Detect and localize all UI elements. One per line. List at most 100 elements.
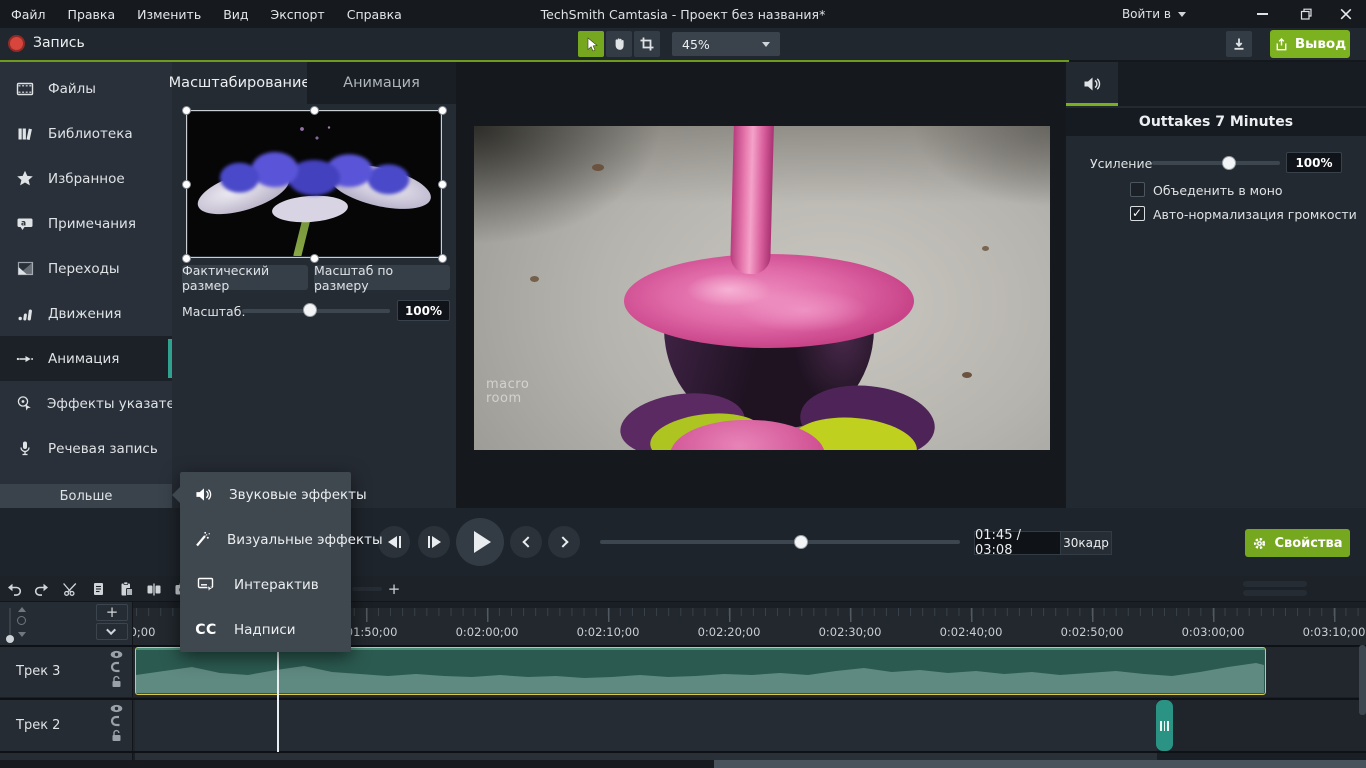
- more-button[interactable]: Больше: [0, 484, 172, 508]
- resize-handle[interactable]: [182, 254, 191, 263]
- magnet-icon[interactable]: [110, 661, 122, 673]
- magnet-icon[interactable]: [110, 715, 122, 727]
- canvas-zoom-dropdown[interactable]: 45%: [672, 32, 780, 56]
- undo-button[interactable]: [2, 577, 26, 601]
- menu-item-interactivity[interactable]: Интерактив: [180, 562, 351, 607]
- restore-button[interactable]: [1286, 0, 1326, 28]
- resize-handle[interactable]: [438, 106, 447, 115]
- resize-handle[interactable]: [182, 106, 191, 115]
- sidebar-item-favorites[interactable]: Избранное: [0, 156, 172, 201]
- track-options-button[interactable]: [96, 623, 128, 640]
- timeline-zoom-track[interactable]: [1243, 590, 1307, 596]
- crop-tool-button[interactable]: [634, 31, 660, 57]
- vertical-scrollbar-thumb[interactable]: [1359, 645, 1366, 715]
- timeline-zoom-in-button[interactable]: [382, 577, 406, 601]
- preview-canvas[interactable]: macro room: [456, 62, 1066, 508]
- download-icon: [1231, 36, 1247, 52]
- horizontal-scrollbar[interactable]: [0, 760, 1366, 768]
- menu-export[interactable]: Экспорт: [260, 7, 336, 22]
- time-display-group: 01:45 / 03:08 30кадр: [974, 531, 1112, 555]
- sidebar-item-media[interactable]: Файлы: [0, 66, 172, 111]
- clip-track1-partial[interactable]: [135, 753, 1157, 760]
- sidebar-item-transitions[interactable]: Переходы: [0, 246, 172, 291]
- properties-button[interactable]: Свойства: [1245, 529, 1350, 557]
- sidebar-item-cursor-effects[interactable]: Эффекты указателя: [0, 381, 172, 426]
- next-frame-button[interactable]: [418, 526, 450, 558]
- play-button[interactable]: [456, 518, 504, 566]
- menu-help[interactable]: Справка: [336, 7, 413, 22]
- menu-modify[interactable]: Изменить: [126, 7, 212, 22]
- resize-handle[interactable]: [310, 254, 319, 263]
- normalize-checkbox[interactable]: [1130, 206, 1145, 221]
- add-track-button[interactable]: [96, 604, 128, 621]
- previous-frame-button[interactable]: [378, 526, 410, 558]
- audio-clip-track3[interactable]: [135, 647, 1266, 695]
- pan-tool-button[interactable]: [606, 31, 632, 57]
- tab-audio[interactable]: [1066, 62, 1118, 106]
- scale-to-fit-button[interactable]: Масштаб по размеру: [314, 265, 450, 290]
- resize-handle[interactable]: [438, 180, 447, 189]
- copy-icon: [91, 581, 106, 597]
- jump-back-button[interactable]: [510, 526, 542, 558]
- cut-button[interactable]: [58, 577, 82, 601]
- sidebar-item-annotations[interactable]: a Примечания: [0, 201, 172, 246]
- lock-icon[interactable]: [111, 729, 122, 742]
- video-frame[interactable]: macro room: [474, 126, 1050, 450]
- tab-zoom[interactable]: Масштабирование: [172, 62, 307, 104]
- resize-handle[interactable]: [438, 254, 447, 263]
- tab-animation[interactable]: Анимация: [307, 62, 456, 104]
- clip-track2[interactable]: [135, 700, 1157, 751]
- sidebar-item-behaviors[interactable]: Движения: [0, 291, 172, 336]
- minimize-button[interactable]: [1242, 0, 1282, 28]
- ruler-label: 0:03:10;00: [1303, 625, 1366, 639]
- jump-forward-button[interactable]: [548, 526, 580, 558]
- timeline-zoom-track[interactable]: [1243, 581, 1307, 587]
- track-height-slider-thumb[interactable]: [6, 635, 14, 643]
- actual-size-button[interactable]: Фактический размер: [182, 265, 308, 290]
- scale-slider-thumb[interactable]: [303, 303, 317, 317]
- close-button[interactable]: [1326, 0, 1366, 28]
- redo-button[interactable]: [30, 577, 54, 601]
- resize-handle[interactable]: [310, 106, 319, 115]
- more-popup-menu: Звуковые эффекты Визуальные эффекты Инте…: [180, 472, 351, 652]
- lock-icon[interactable]: [111, 675, 122, 688]
- select-tool-button[interactable]: [578, 31, 604, 57]
- gain-value[interactable]: 100%: [1286, 152, 1342, 173]
- resize-handle[interactable]: [182, 180, 191, 189]
- horizontal-scrollbar-thumb[interactable]: [714, 760, 1366, 768]
- mono-checkbox[interactable]: [1130, 182, 1145, 197]
- record-button[interactable]: [8, 35, 25, 52]
- sign-in-menu[interactable]: Войти в: [1122, 0, 1186, 28]
- ruler-label: 0:02:30;00: [819, 625, 882, 639]
- paste-button[interactable]: [114, 577, 138, 601]
- export-button[interactable]: Вывод: [1270, 30, 1350, 58]
- zoom-in-arrow-icon[interactable]: [18, 607, 26, 612]
- split-button[interactable]: [142, 577, 166, 601]
- menu-view[interactable]: Вид: [212, 7, 259, 22]
- download-button[interactable]: [1226, 31, 1252, 57]
- timeline-zoom-slider[interactable]: [352, 587, 382, 591]
- eye-icon[interactable]: [110, 704, 123, 713]
- menu-item-captions[interactable]: CC Надписи: [180, 607, 351, 652]
- gain-slider[interactable]: [1152, 161, 1280, 165]
- menu-file[interactable]: Файл: [0, 7, 57, 22]
- sidebar-item-voice[interactable]: Речевая запись: [0, 426, 172, 471]
- menu-item-visual-effects[interactable]: Визуальные эффекты: [180, 517, 351, 562]
- framerate-display: 30кадр: [1060, 531, 1112, 555]
- clip-trim-handle[interactable]: [1156, 700, 1173, 751]
- active-tab-indicator: [1066, 103, 1118, 106]
- menu-edit[interactable]: Правка: [57, 7, 127, 22]
- scale-value[interactable]: 100%: [397, 300, 450, 321]
- playhead[interactable]: [277, 652, 279, 752]
- gain-slider-thumb[interactable]: [1222, 156, 1236, 170]
- sidebar-item-library[interactable]: Библиотека: [0, 111, 172, 156]
- cursor-icon: [583, 36, 599, 52]
- menu-item-audio-effects[interactable]: Звуковые эффекты: [180, 472, 351, 517]
- seek-slider[interactable]: [600, 540, 960, 544]
- copy-button[interactable]: [86, 577, 110, 601]
- seek-slider-thumb[interactable]: [794, 535, 808, 549]
- sidebar-item-animations[interactable]: Анимация: [0, 336, 172, 381]
- zoom-out-arrow-icon[interactable]: [18, 632, 26, 637]
- eye-icon[interactable]: [110, 650, 123, 659]
- scale-label: Масштаб:: [182, 304, 246, 319]
